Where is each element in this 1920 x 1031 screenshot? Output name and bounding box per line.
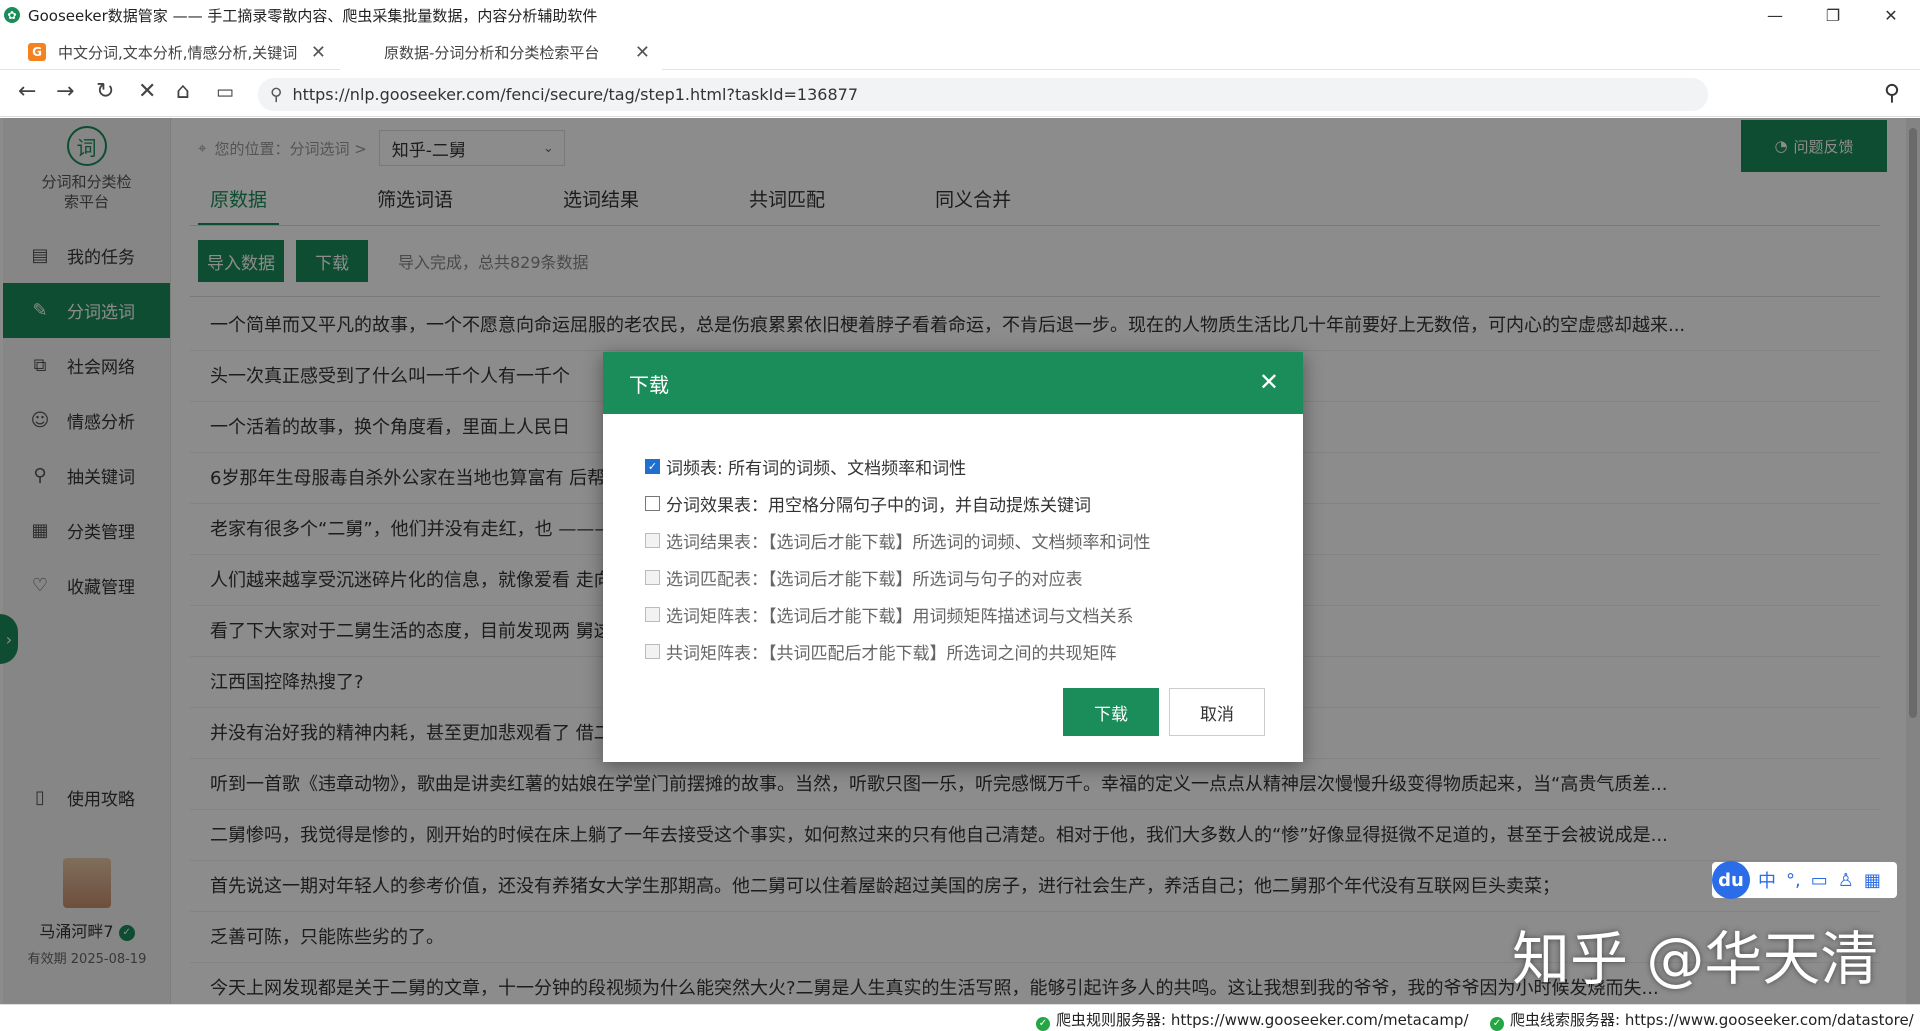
folder-icon[interactable]: ▭ [216,81,234,103]
download-dialog: 下载 ✕ ✓ 词频表: 所有词的词频、文档频率和词性 分词效果表：用空格分隔句子中… [603,352,1303,762]
tab-label: 中文分词,文本分析,情感分析,关键词 [58,43,298,62]
reload-icon[interactable]: ↻ [96,79,114,104]
ime-user-icon[interactable]: ♙ [1838,870,1854,891]
option-selection-match: 选词匹配表：【选词后才能下载】所选词与句子的对应表 [645,559,1303,596]
back-icon[interactable]: ← [18,79,36,104]
ime-punctuation-icon[interactable]: °, [1786,870,1801,891]
option-label: 共词矩阵表：【共词匹配后才能下载】所选词之间的共现矩阵 [666,644,1117,664]
baidu-ime-logo-icon[interactable]: du [1712,861,1750,899]
crawler-clue-server-status: ✓ 爬虫线索服务器: https://www.gooseeker.com/data… [1490,1009,1914,1031]
ime-grid-icon[interactable]: ▦ [1864,870,1881,891]
option-label: 词频表: 所有词的词频、文档频率和词性 [666,459,967,479]
tab-close-icon[interactable]: ✕ [311,42,326,63]
crawler-rule-server-status: ✓ 爬虫规则服务器: https://www.gooseeker.com/meta… [1036,1009,1469,1031]
forward-icon[interactable]: → [56,79,74,104]
confirm-download-button[interactable]: 下载 [1063,688,1159,736]
ime-toolbar: du 中 °, ▭ ♙ ▦ [1712,861,1897,899]
option-label: 分词效果表：用空格分隔句子中的词，并自动提炼关键词 [666,496,1091,516]
option-word-frequency[interactable]: ✓ 词频表: 所有词的词频、文档频率和词性 [645,448,1303,485]
option-co-word-matrix: 共词矩阵表：【共词匹配后才能下载】所选词之间的共现矩阵 [645,633,1303,670]
option-label: 选词矩阵表：【选词后才能下载】用词频矩阵描述词与文档关系 [666,607,1134,627]
maximize-button[interactable]: ❐ [1804,0,1862,30]
browser-tab-2[interactable]: 原数据-分词分析和分类检索平台 ✕ [340,34,662,70]
app-icon: ✿ [4,7,20,23]
window-title: Gooseeker数据管家 —— 手工摘录零散内容、爬虫采集批量数据，内容分析辅… [28,6,598,25]
checkbox-icon[interactable] [645,496,660,511]
tab-label: 原数据-分词分析和分类检索平台 [384,43,600,62]
search-icon[interactable]: ⚲ [1884,81,1900,106]
option-segmentation-result[interactable]: 分词效果表：用空格分隔句子中的词，并自动提炼关键词 [645,485,1303,522]
gooseeker-favicon-icon: G [28,43,46,61]
browser-tab-1[interactable]: G 中文分词,文本分析,情感分析,关键词 ✕ [28,34,338,70]
checkbox-disabled-icon [645,607,660,622]
nav-bar: ← → ↻ ✕ ⌂ ▭ ⚲ https://nlp.gooseeker.com/… [0,71,1920,117]
option-label: 选词匹配表：【选词后才能下载】所选词与句子的对应表 [666,570,1083,590]
check-icon: ✓ [1490,1017,1504,1031]
tab-bar: G 中文分词,文本分析,情感分析,关键词 ✕ 原数据-分词分析和分类检索平台 ✕… [0,30,1920,96]
tab-close-icon[interactable]: ✕ [635,42,650,63]
option-selection-result: 选词结果表：【选词后才能下载】所选词的词频、文档频率和词性 [645,522,1303,559]
dialog-body: ✓ 词频表: 所有词的词频、文档频率和词性 分词效果表：用空格分隔句子中的词，并自… [603,414,1303,670]
minimize-button[interactable]: — [1746,0,1804,30]
status-text: 爬虫规则服务器: https://www.gooseeker.com/metac… [1056,1011,1469,1029]
close-window-button[interactable]: ✕ [1862,0,1920,30]
check-icon: ✓ [1036,1017,1050,1031]
checkbox-disabled-icon [645,644,660,659]
close-icon[interactable]: ✕ [1259,368,1279,396]
home-icon[interactable]: ⌂ [176,79,190,104]
checkbox-disabled-icon [645,570,660,585]
status-bar: ✓ 爬虫规则服务器: https://www.gooseeker.com/meta… [0,1004,1920,1031]
dialog-header: 下载 ✕ [603,352,1303,414]
watermark: 知乎 @华天清 [1512,925,1879,993]
option-selection-matrix: 选词矩阵表：【选词后才能下载】用词频矩阵描述词与文档关系 [645,596,1303,633]
address-bar[interactable]: ⚲ https://nlp.gooseeker.com/fenci/secure… [258,78,1708,111]
ime-keyboard-icon[interactable]: ▭ [1811,870,1828,891]
dialog-title: 下载 [629,372,669,397]
url-text: https://nlp.gooseeker.com/fenci/secure/t… [292,85,858,104]
dialog-footer: 下载 取消 [1053,688,1265,736]
option-label: 选词结果表：【选词后才能下载】所选词的词频、文档频率和词性 [666,533,1151,553]
search-icon: ⚲ [270,84,283,105]
ime-language[interactable]: 中 [1758,867,1776,893]
checkbox-checked-icon[interactable]: ✓ [645,459,660,474]
title-bar: ✿ Gooseeker数据管家 —— 手工摘录零散内容、爬虫采集批量数据，内容分… [0,0,1920,30]
checkbox-disabled-icon [645,533,660,548]
status-text: 爬虫线索服务器: https://www.gooseeker.com/datas… [1510,1011,1914,1029]
stop-icon[interactable]: ✕ [138,79,156,104]
cancel-button[interactable]: 取消 [1169,688,1265,736]
